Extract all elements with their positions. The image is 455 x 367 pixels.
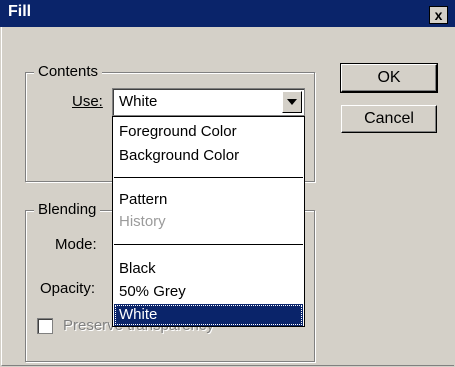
close-button[interactable]: x bbox=[429, 6, 448, 24]
use-select-value: White bbox=[119, 93, 158, 110]
option-foreground-color[interactable]: Foreground Color bbox=[114, 121, 303, 143]
dropdown-separator bbox=[114, 244, 303, 245]
option-50-grey[interactable]: 50% Grey bbox=[114, 281, 303, 303]
option-background-color[interactable]: Background Color bbox=[114, 145, 303, 167]
mode-label: Mode: bbox=[55, 236, 97, 253]
dropdown-separator bbox=[114, 177, 303, 178]
close-icon: x bbox=[434, 7, 443, 23]
option-history: History bbox=[119, 213, 166, 230]
title-bar: Fill x bbox=[0, 0, 455, 27]
chevron-down-icon bbox=[287, 99, 297, 105]
window-title: Fill bbox=[8, 3, 32, 20]
ok-button[interactable]: OK bbox=[340, 63, 438, 93]
dropdown-arrow-button[interactable] bbox=[282, 91, 302, 113]
option-white[interactable]: White bbox=[114, 304, 303, 326]
use-dropdown-list: Foreground Color Background Color Patter… bbox=[112, 116, 305, 327]
use-select[interactable]: White bbox=[112, 88, 305, 116]
option-pattern[interactable]: Pattern bbox=[114, 189, 303, 211]
preserve-transparency-checkbox[interactable] bbox=[37, 318, 53, 334]
contents-legend: Contents bbox=[34, 63, 103, 80]
option-black[interactable]: Black bbox=[114, 258, 303, 280]
opacity-label: Opacity: bbox=[40, 280, 96, 297]
use-label-text: Use: bbox=[72, 93, 103, 110]
cancel-button[interactable]: Cancel bbox=[341, 105, 437, 133]
use-label: Use: bbox=[72, 93, 103, 110]
blending-legend: Blending bbox=[34, 201, 101, 218]
